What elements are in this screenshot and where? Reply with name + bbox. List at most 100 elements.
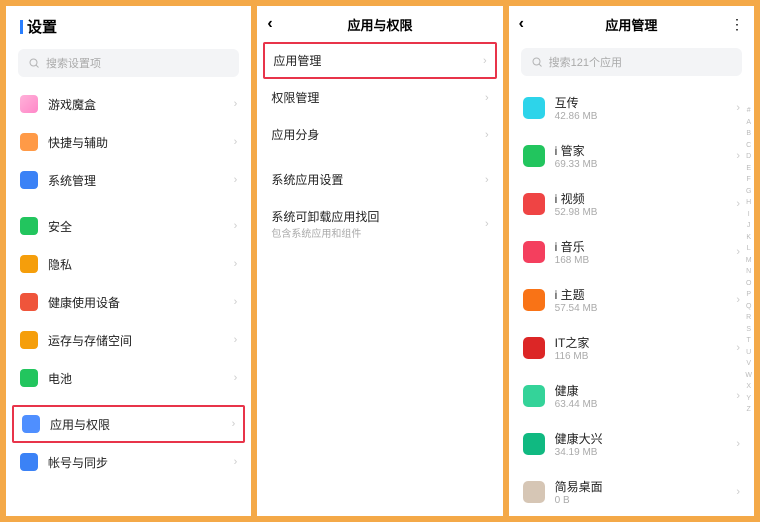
app-name: i 视频 xyxy=(555,190,598,207)
index-letter[interactable]: I xyxy=(745,210,752,221)
item-app-management[interactable]: 应用管理› xyxy=(265,44,494,77)
index-letter[interactable]: Y xyxy=(745,394,752,405)
app-size: 42.86 MB xyxy=(555,111,598,122)
index-letter[interactable]: S xyxy=(745,325,752,336)
index-letter[interactable]: F xyxy=(745,175,752,186)
alpha-index-bar[interactable]: #ABCDEFGHIJKLMNOPQRSTUVWXYZ xyxy=(745,106,752,416)
app-row[interactable]: i 音乐168 MB› xyxy=(509,228,754,276)
app-size: 0 B xyxy=(555,495,603,506)
search-input[interactable]: 搜索设置项 xyxy=(18,49,239,77)
settings-item-battery[interactable]: 电池› xyxy=(6,359,251,397)
settings-item-apps-perms[interactable]: 应用与权限› xyxy=(14,407,243,441)
item-system-uninstall-recovery[interactable]: 系统可卸载应用找回 包含系统应用和组件 › xyxy=(257,198,502,250)
index-letter[interactable]: A xyxy=(745,118,752,129)
more-button[interactable]: ⋮ xyxy=(730,16,744,33)
index-letter[interactable]: N xyxy=(745,267,752,278)
app-size: 57.54 MB xyxy=(555,303,598,314)
game-icon xyxy=(20,95,38,113)
app-size: 168 MB xyxy=(555,255,589,266)
index-letter[interactable]: Z xyxy=(745,405,752,416)
app-size: 116 MB xyxy=(555,351,590,362)
back-button[interactable]: ‹ xyxy=(519,15,524,33)
index-letter[interactable]: E xyxy=(745,164,752,175)
app-row[interactable]: i 视频52.98 MB › xyxy=(509,180,754,228)
storage-icon xyxy=(20,331,38,349)
search-input[interactable]: 搜索121个应用 xyxy=(521,48,742,76)
index-letter[interactable]: O xyxy=(745,279,752,290)
app-icon xyxy=(523,481,545,503)
app-row[interactable]: IT之家116 MB› xyxy=(509,324,754,372)
index-letter[interactable]: L xyxy=(745,244,752,255)
settings-item-account[interactable]: 帐号与同步› xyxy=(6,443,251,481)
app-size: 69.33 MB xyxy=(555,159,598,170)
index-letter[interactable]: P xyxy=(745,290,752,301)
apps-perms-panel: ‹ 应用与权限 应用管理› 权限管理› 应用分身› 系统应用设置› 系统可卸载应… xyxy=(257,6,502,516)
app-row[interactable]: 简易桌面0 B› xyxy=(509,468,754,516)
item-system-app-settings[interactable]: 系统应用设置› xyxy=(257,161,502,198)
back-button[interactable]: ‹ xyxy=(267,15,272,33)
index-letter[interactable]: V xyxy=(745,359,752,370)
chevron-right-icon: › xyxy=(485,174,489,186)
chevron-right-icon: › xyxy=(234,296,238,308)
page-title: 设置 xyxy=(6,6,251,43)
index-letter[interactable]: X xyxy=(745,382,752,393)
index-letter[interactable]: R xyxy=(745,313,752,324)
index-letter[interactable]: G xyxy=(745,187,752,198)
index-letter[interactable]: B xyxy=(745,129,752,140)
settings-list: 游戏魔盒› 快捷与辅助› 系统管理› 安全› 隐私› 健康使用设备› 运存与存储… xyxy=(6,85,251,516)
app-icon xyxy=(523,193,545,215)
index-letter[interactable]: H xyxy=(745,198,752,209)
chevron-right-icon: › xyxy=(736,150,740,162)
app-name: i 主题 xyxy=(555,286,598,303)
chevron-right-icon: › xyxy=(736,342,740,354)
settings-item-storage[interactable]: 运存与存储空间› xyxy=(6,321,251,359)
settings-item-safe[interactable]: 安全› xyxy=(6,207,251,245)
app-row[interactable]: i 主题57.54 MB › xyxy=(509,276,754,324)
chevron-right-icon: › xyxy=(234,258,238,270)
index-letter[interactable]: # xyxy=(745,106,752,117)
chevron-right-icon: › xyxy=(736,198,740,210)
search-placeholder: 搜索设置项 xyxy=(46,55,101,71)
index-letter[interactable]: M xyxy=(745,256,752,267)
app-size: 63.44 MB xyxy=(555,399,598,410)
index-letter[interactable]: Q xyxy=(745,302,752,313)
chevron-right-icon: › xyxy=(736,438,740,450)
settings-item-quick[interactable]: 快捷与辅助› xyxy=(6,123,251,161)
title-accent-bar xyxy=(20,20,23,34)
page-title-text: 设置 xyxy=(27,16,57,37)
index-letter[interactable]: T xyxy=(745,336,752,347)
app-icon xyxy=(523,97,545,119)
app-icon xyxy=(523,433,545,455)
index-letter[interactable]: K xyxy=(745,233,752,244)
apps-perms-list: 应用管理› 权限管理› 应用分身› 系统应用设置› 系统可卸载应用找回 包含系统… xyxy=(257,42,502,516)
app-row[interactable]: i 管家69.33 MB › xyxy=(509,132,754,180)
item-app-clone[interactable]: 应用分身› xyxy=(257,116,502,153)
settings-item-privacy[interactable]: 隐私› xyxy=(6,245,251,283)
index-letter[interactable]: U xyxy=(745,348,752,359)
chevron-right-icon: › xyxy=(485,92,489,104)
app-size: 52.98 MB xyxy=(555,207,598,218)
settings-item-system[interactable]: 系统管理› xyxy=(6,161,251,199)
app-row[interactable]: 健康大兴34.19 MB › xyxy=(509,420,754,468)
index-letter[interactable]: W xyxy=(745,371,752,382)
app-size: 34.19 MB xyxy=(555,447,603,458)
chevron-right-icon: › xyxy=(485,218,489,230)
app-name: 健康大兴 xyxy=(555,430,603,447)
settings-panel: 设置 搜索设置项 游戏魔盒› 快捷与辅助› 系统管理› 安全› 隐私› 健康使用… xyxy=(6,6,251,516)
chevron-right-icon: › xyxy=(485,129,489,141)
item-perm-management[interactable]: 权限管理› xyxy=(257,79,502,116)
app-name: i 管家 xyxy=(555,142,598,159)
index-letter[interactable]: C xyxy=(745,141,752,152)
index-letter[interactable]: J xyxy=(745,221,752,232)
panel-header: ‹ 应用与权限 xyxy=(257,6,502,42)
app-row[interactable]: 互传42.86 MB› xyxy=(509,84,754,132)
app-row[interactable]: 健康63.44 MB› xyxy=(509,372,754,420)
chevron-right-icon: › xyxy=(736,486,740,498)
settings-item-game[interactable]: 游戏魔盒› xyxy=(6,85,251,123)
chevron-right-icon: › xyxy=(736,294,740,306)
index-letter[interactable]: D xyxy=(745,152,752,163)
battery-icon xyxy=(20,369,38,387)
account-icon xyxy=(20,453,38,471)
settings-item-health[interactable]: 健康使用设备› xyxy=(6,283,251,321)
quick-icon xyxy=(20,133,38,151)
